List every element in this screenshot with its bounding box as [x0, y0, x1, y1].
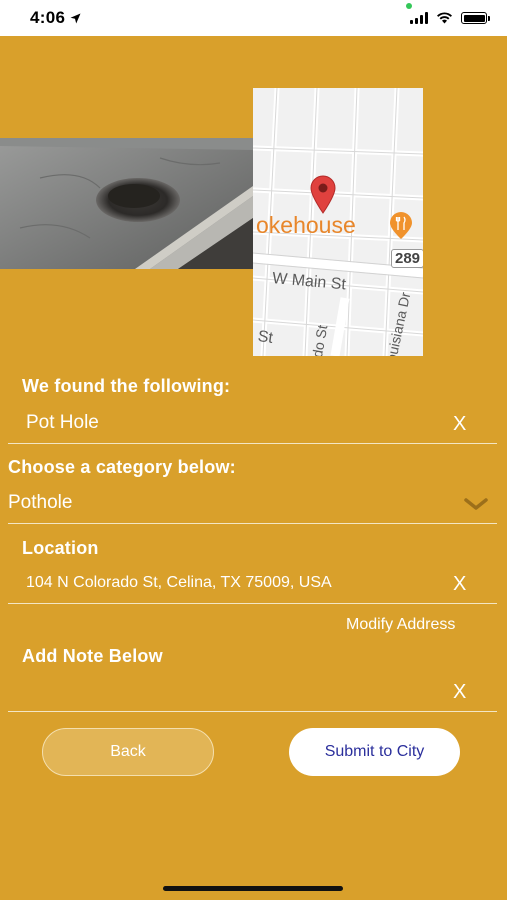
restaurant-icon	[390, 212, 412, 239]
location-value[interactable]: 104 N Colorado St, Celina, TX 75009, USA	[26, 574, 332, 592]
location-clear-button[interactable]: X	[453, 573, 466, 596]
status-icons	[410, 12, 490, 24]
home-indicator[interactable]	[163, 886, 343, 891]
note-divider	[8, 711, 497, 712]
pothole-photo	[0, 138, 253, 269]
privacy-indicator-dot	[406, 3, 412, 9]
map-pin-icon	[310, 175, 336, 214]
cellular-signal-icon	[410, 12, 428, 24]
back-button-label: Back	[110, 743, 146, 760]
pothole-photo-art	[0, 138, 253, 269]
wifi-icon	[437, 12, 452, 24]
location-map[interactable]: okehouse W Main St St do St ouisiana Dr …	[253, 88, 423, 356]
found-divider	[8, 443, 497, 444]
map-place-label: okehouse	[256, 212, 356, 238]
location-arrow-icon	[70, 13, 81, 23]
map-route-badge: 289	[391, 249, 423, 268]
modify-address-link[interactable]: Modify Address	[346, 616, 455, 634]
note-input[interactable]	[26, 682, 426, 704]
note-heading: Add Note Below	[22, 646, 163, 666]
category-divider	[8, 523, 497, 524]
category-heading: Choose a category below:	[8, 457, 236, 477]
status-bar: 4:06	[0, 0, 507, 36]
note-clear-button[interactable]: X	[453, 681, 466, 704]
category-select-value[interactable]: Pothole	[8, 492, 72, 514]
battery-icon	[461, 12, 490, 24]
location-heading: Location	[22, 538, 99, 558]
found-clear-button[interactable]: X	[453, 413, 466, 436]
status-time-text: 4:06	[30, 8, 66, 27]
status-time: 4:06	[30, 8, 81, 28]
chevron-down-icon[interactable]	[464, 497, 488, 511]
map-street-st: St	[256, 328, 274, 347]
found-value: Pot Hole	[26, 412, 99, 433]
submit-button-label: Submit to City	[324, 743, 425, 760]
submit-to-city-button[interactable]: Submit to City	[289, 728, 460, 776]
back-button[interactable]: Back	[42, 728, 214, 776]
location-divider	[8, 603, 497, 604]
found-heading: We found the following:	[22, 376, 231, 396]
